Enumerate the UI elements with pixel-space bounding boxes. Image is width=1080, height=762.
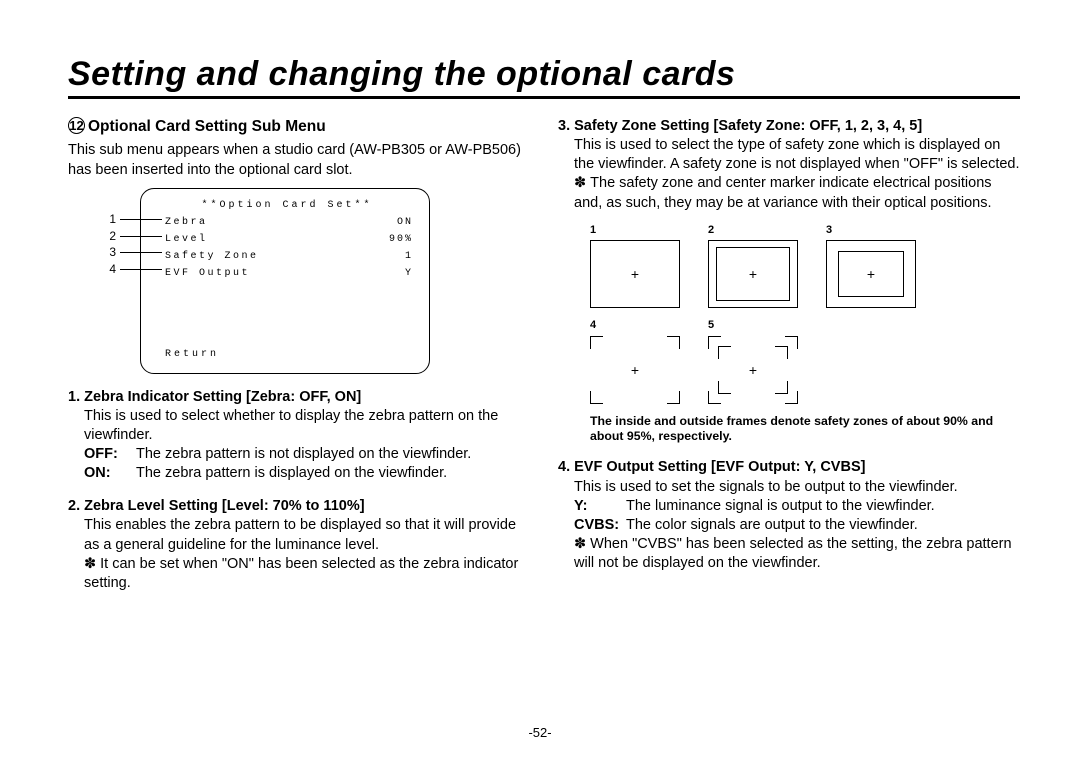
osd-return: Return [165,348,219,361]
sz-item: 2 + [708,223,798,309]
def-key: OFF: [84,445,136,464]
osd-diagram: 1 2 3 4 **Option Card Set** Zebra ON Leve… [104,188,434,374]
def-key: CVBS: [574,516,626,535]
corner-icon [590,391,603,404]
sz-item: 5 + [708,318,798,404]
sz-inner-frame: + [716,247,790,301]
title-rule: Setting and changing the optional cards [68,55,1020,99]
item-body: This is used to select the type of safet… [574,136,1020,174]
item-heading: 4. EVF Output Setting [EVF Output: Y, CV… [558,458,1020,477]
item-note: The safety zone and center marker indica… [574,174,1020,212]
item-note: When "CVBS" has been selected as the set… [574,535,1020,573]
item-body: This enables the zebra pattern to be dis… [84,516,530,554]
callout-num: 4 [104,262,116,278]
sz-item: 1 + [590,223,680,309]
osd-value: Y [405,267,413,280]
sz-corners-double: + [708,336,798,404]
sz-label: 4 [590,318,680,333]
callout-num: 2 [104,229,116,245]
manual-page: Setting and changing the optional cards … [0,0,1080,762]
definition-row: Y:The luminance signal is output to the … [574,497,1020,516]
osd-value: 90% [389,233,413,246]
safety-zone-diagram: 1 + 2 + 3 + 4 [590,223,1020,445]
item-body: This is used to select whether to displa… [84,407,530,445]
osd-row: EVF Output Y [161,267,413,280]
center-marker-icon: + [749,360,757,378]
osd-row: Safety Zone 1 [161,250,413,263]
def-key: Y: [574,497,626,516]
def-val: The luminance signal is output to the vi… [626,497,935,516]
osd-row: Zebra ON [161,216,413,229]
osd-row: Level 90% [161,233,413,246]
center-marker-icon: + [631,265,639,283]
item-heading: 2. Zebra Level Setting [Level: 70% to 11… [68,497,530,516]
page-number: -52- [0,725,1080,740]
center-marker-icon: + [867,265,875,283]
corner-icon [667,391,680,404]
sz-item: 4 + [590,318,680,404]
right-column: 3. Safety Zone Setting [Safety Zone: OFF… [558,117,1020,593]
sz-label: 5 [708,318,798,333]
definition-row: OFF:The zebra pattern is not displayed o… [84,445,530,464]
osd-screen: **Option Card Set** Zebra ON Level 90% Saf… [140,188,430,374]
osd-label: Safety Zone [165,250,259,263]
section-heading-text: Optional Card Setting Sub Menu [88,118,326,135]
item-heading: 3. Safety Zone Setting [Safety Zone: OFF… [558,117,1020,136]
definition-row: CVBS:The color signals are output to the… [574,516,1020,535]
section-heading: 12Optional Card Setting Sub Menu [68,117,530,137]
def-key: ON: [84,464,136,483]
def-val: The color signals are output to the view… [626,516,918,535]
sz-corners-single: + [590,336,680,404]
def-val: The zebra pattern is not displayed on th… [136,445,471,464]
corner-icon [590,336,603,349]
item-body: This is used to set the signals to be ou… [574,478,1020,497]
osd-title: **Option Card Set** [161,199,413,212]
sz-label: 2 [708,223,798,238]
sz-inner-frame: + [838,251,904,297]
def-val: The zebra pattern is displayed on the vi… [136,464,447,483]
page-title: Setting and changing the optional cards [68,55,1020,94]
osd-value: 1 [405,250,413,263]
sz-row: 1 + 2 + 3 + [590,223,1020,309]
sz-row: 4 + 5 + [590,318,1020,404]
sz-item: 3 + [826,223,916,309]
item-heading: 1. Zebra Indicator Setting [Zebra: OFF, … [68,388,530,407]
callout-num: 1 [104,212,116,228]
callout-num: 3 [104,245,116,261]
intro-paragraph: This sub menu appears when a studio card… [68,141,530,179]
osd-value: ON [397,216,413,229]
corner-icon [775,346,788,359]
left-column: 12Optional Card Setting Sub Menu This su… [68,117,530,593]
sz-box-double: + [708,240,798,308]
circled-number-icon: 12 [68,117,85,134]
two-column-layout: 12Optional Card Setting Sub Menu This su… [68,117,1020,593]
sz-box-single: + [590,240,680,308]
center-marker-icon: + [749,265,757,283]
sz-caption: The inside and outside frames denote saf… [590,414,1020,445]
corner-icon [775,381,788,394]
sz-label: 3 [826,223,916,238]
corner-icon [667,336,680,349]
osd-label: Zebra [165,216,208,229]
item-note: It can be set when "ON" has been selecte… [84,555,530,593]
sz-label: 1 [590,223,680,238]
center-marker-icon: + [631,360,639,378]
osd-label: Level [165,233,208,246]
osd-label: EVF Output [165,267,250,280]
definition-row: ON:The zebra pattern is displayed on the… [84,464,530,483]
sz-box-double: + [826,240,916,308]
corner-icon [718,381,731,394]
corner-icon [718,346,731,359]
